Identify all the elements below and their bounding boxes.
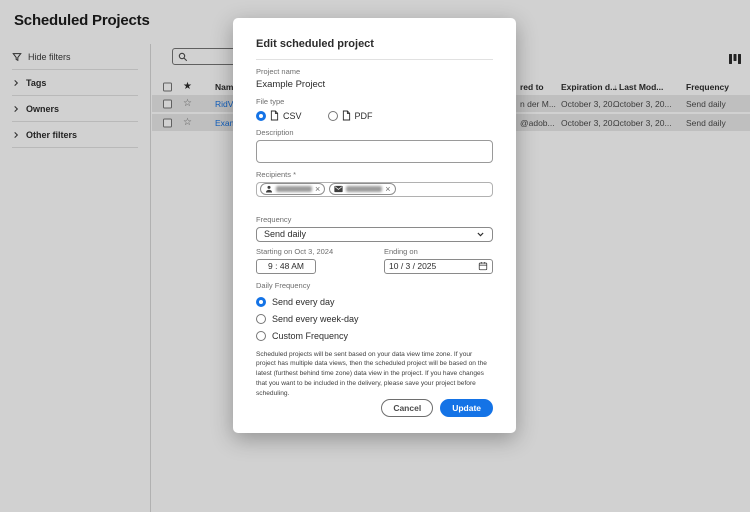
frequency-selected-value: Send daily bbox=[264, 229, 307, 240]
chevron-down-icon bbox=[477, 232, 484, 237]
dialog-title: Edit scheduled project bbox=[256, 38, 374, 50]
divider bbox=[256, 59, 493, 60]
daily-option-send-every-week-day[interactable]: Send every week-day bbox=[256, 313, 493, 324]
project-name-label: Project name bbox=[256, 67, 301, 76]
edit-scheduled-project-dialog: Edit scheduled project Project name Exam… bbox=[233, 18, 516, 433]
app-screen: Scheduled Projects Hide filters Tags Own… bbox=[0, 0, 750, 512]
recipient-tag-user[interactable]: × bbox=[260, 183, 326, 196]
ending-date-value: 10 / 3 / 2025 bbox=[389, 261, 437, 272]
timezone-disclaimer: Scheduled projects will be sent based on… bbox=[256, 350, 487, 398]
daily-option-label: Custom Frequency bbox=[272, 330, 349, 341]
daily-option-send-every-day[interactable]: Send every day bbox=[256, 296, 493, 307]
redacted-recipient-name bbox=[276, 186, 312, 193]
recipient-tag-email[interactable]: × bbox=[329, 183, 396, 196]
file-icon bbox=[270, 110, 279, 121]
recipients-label: Recipients * bbox=[256, 170, 297, 180]
radio-selected-icon bbox=[256, 296, 266, 307]
file-type-option-label: PDF bbox=[354, 110, 373, 121]
radio-unselected-icon bbox=[256, 313, 266, 324]
update-button[interactable]: Update bbox=[440, 399, 493, 417]
dialog-actions: Cancel Update bbox=[256, 399, 493, 417]
remove-recipient-icon[interactable]: × bbox=[315, 184, 320, 194]
frequency-select[interactable]: Send daily bbox=[256, 226, 493, 242]
file-icon bbox=[342, 110, 350, 121]
recipients-field[interactable]: × × bbox=[256, 182, 493, 197]
remove-recipient-icon[interactable]: × bbox=[385, 184, 390, 194]
email-icon bbox=[334, 186, 343, 193]
radio-selected-icon bbox=[256, 110, 266, 121]
radio-unselected-icon bbox=[256, 330, 266, 341]
project-name-value: Example Project bbox=[256, 79, 326, 90]
redacted-recipient-email bbox=[346, 186, 383, 193]
file-type-label: File type bbox=[256, 97, 285, 106]
radio-unselected-icon bbox=[327, 110, 338, 121]
file-type-option-label: CSV bbox=[283, 110, 302, 121]
daily-frequency-label: Daily Frequency bbox=[256, 280, 311, 290]
frequency-label: Frequency bbox=[256, 214, 292, 224]
person-icon bbox=[265, 186, 273, 193]
file-type-option-csv[interactable]: CSV bbox=[256, 110, 302, 121]
daily-option-custom-frequency[interactable]: Custom Frequency bbox=[256, 330, 493, 341]
daily-option-label: Send every day bbox=[272, 296, 335, 307]
calendar-icon[interactable] bbox=[478, 261, 488, 271]
starting-time-input[interactable]: 9 : 48 AM bbox=[256, 258, 316, 274]
daily-option-label: Send every week-day bbox=[272, 313, 359, 324]
schedule-dates-row: Starting on Oct 3, 2024 9 : 48 AM Ending… bbox=[256, 247, 493, 274]
starting-on-label: Starting on Oct 3, 2024 bbox=[256, 246, 334, 256]
ending-on-label: Ending on bbox=[384, 246, 418, 256]
ending-date-input[interactable]: 10 / 3 / 2025 bbox=[384, 258, 493, 274]
file-type-option-pdf[interactable]: PDF bbox=[327, 110, 373, 121]
file-type-group: CSV PDF bbox=[256, 110, 493, 121]
description-textarea[interactable] bbox=[256, 140, 493, 164]
cancel-button[interactable]: Cancel bbox=[381, 399, 434, 417]
description-label: Description bbox=[256, 128, 294, 137]
